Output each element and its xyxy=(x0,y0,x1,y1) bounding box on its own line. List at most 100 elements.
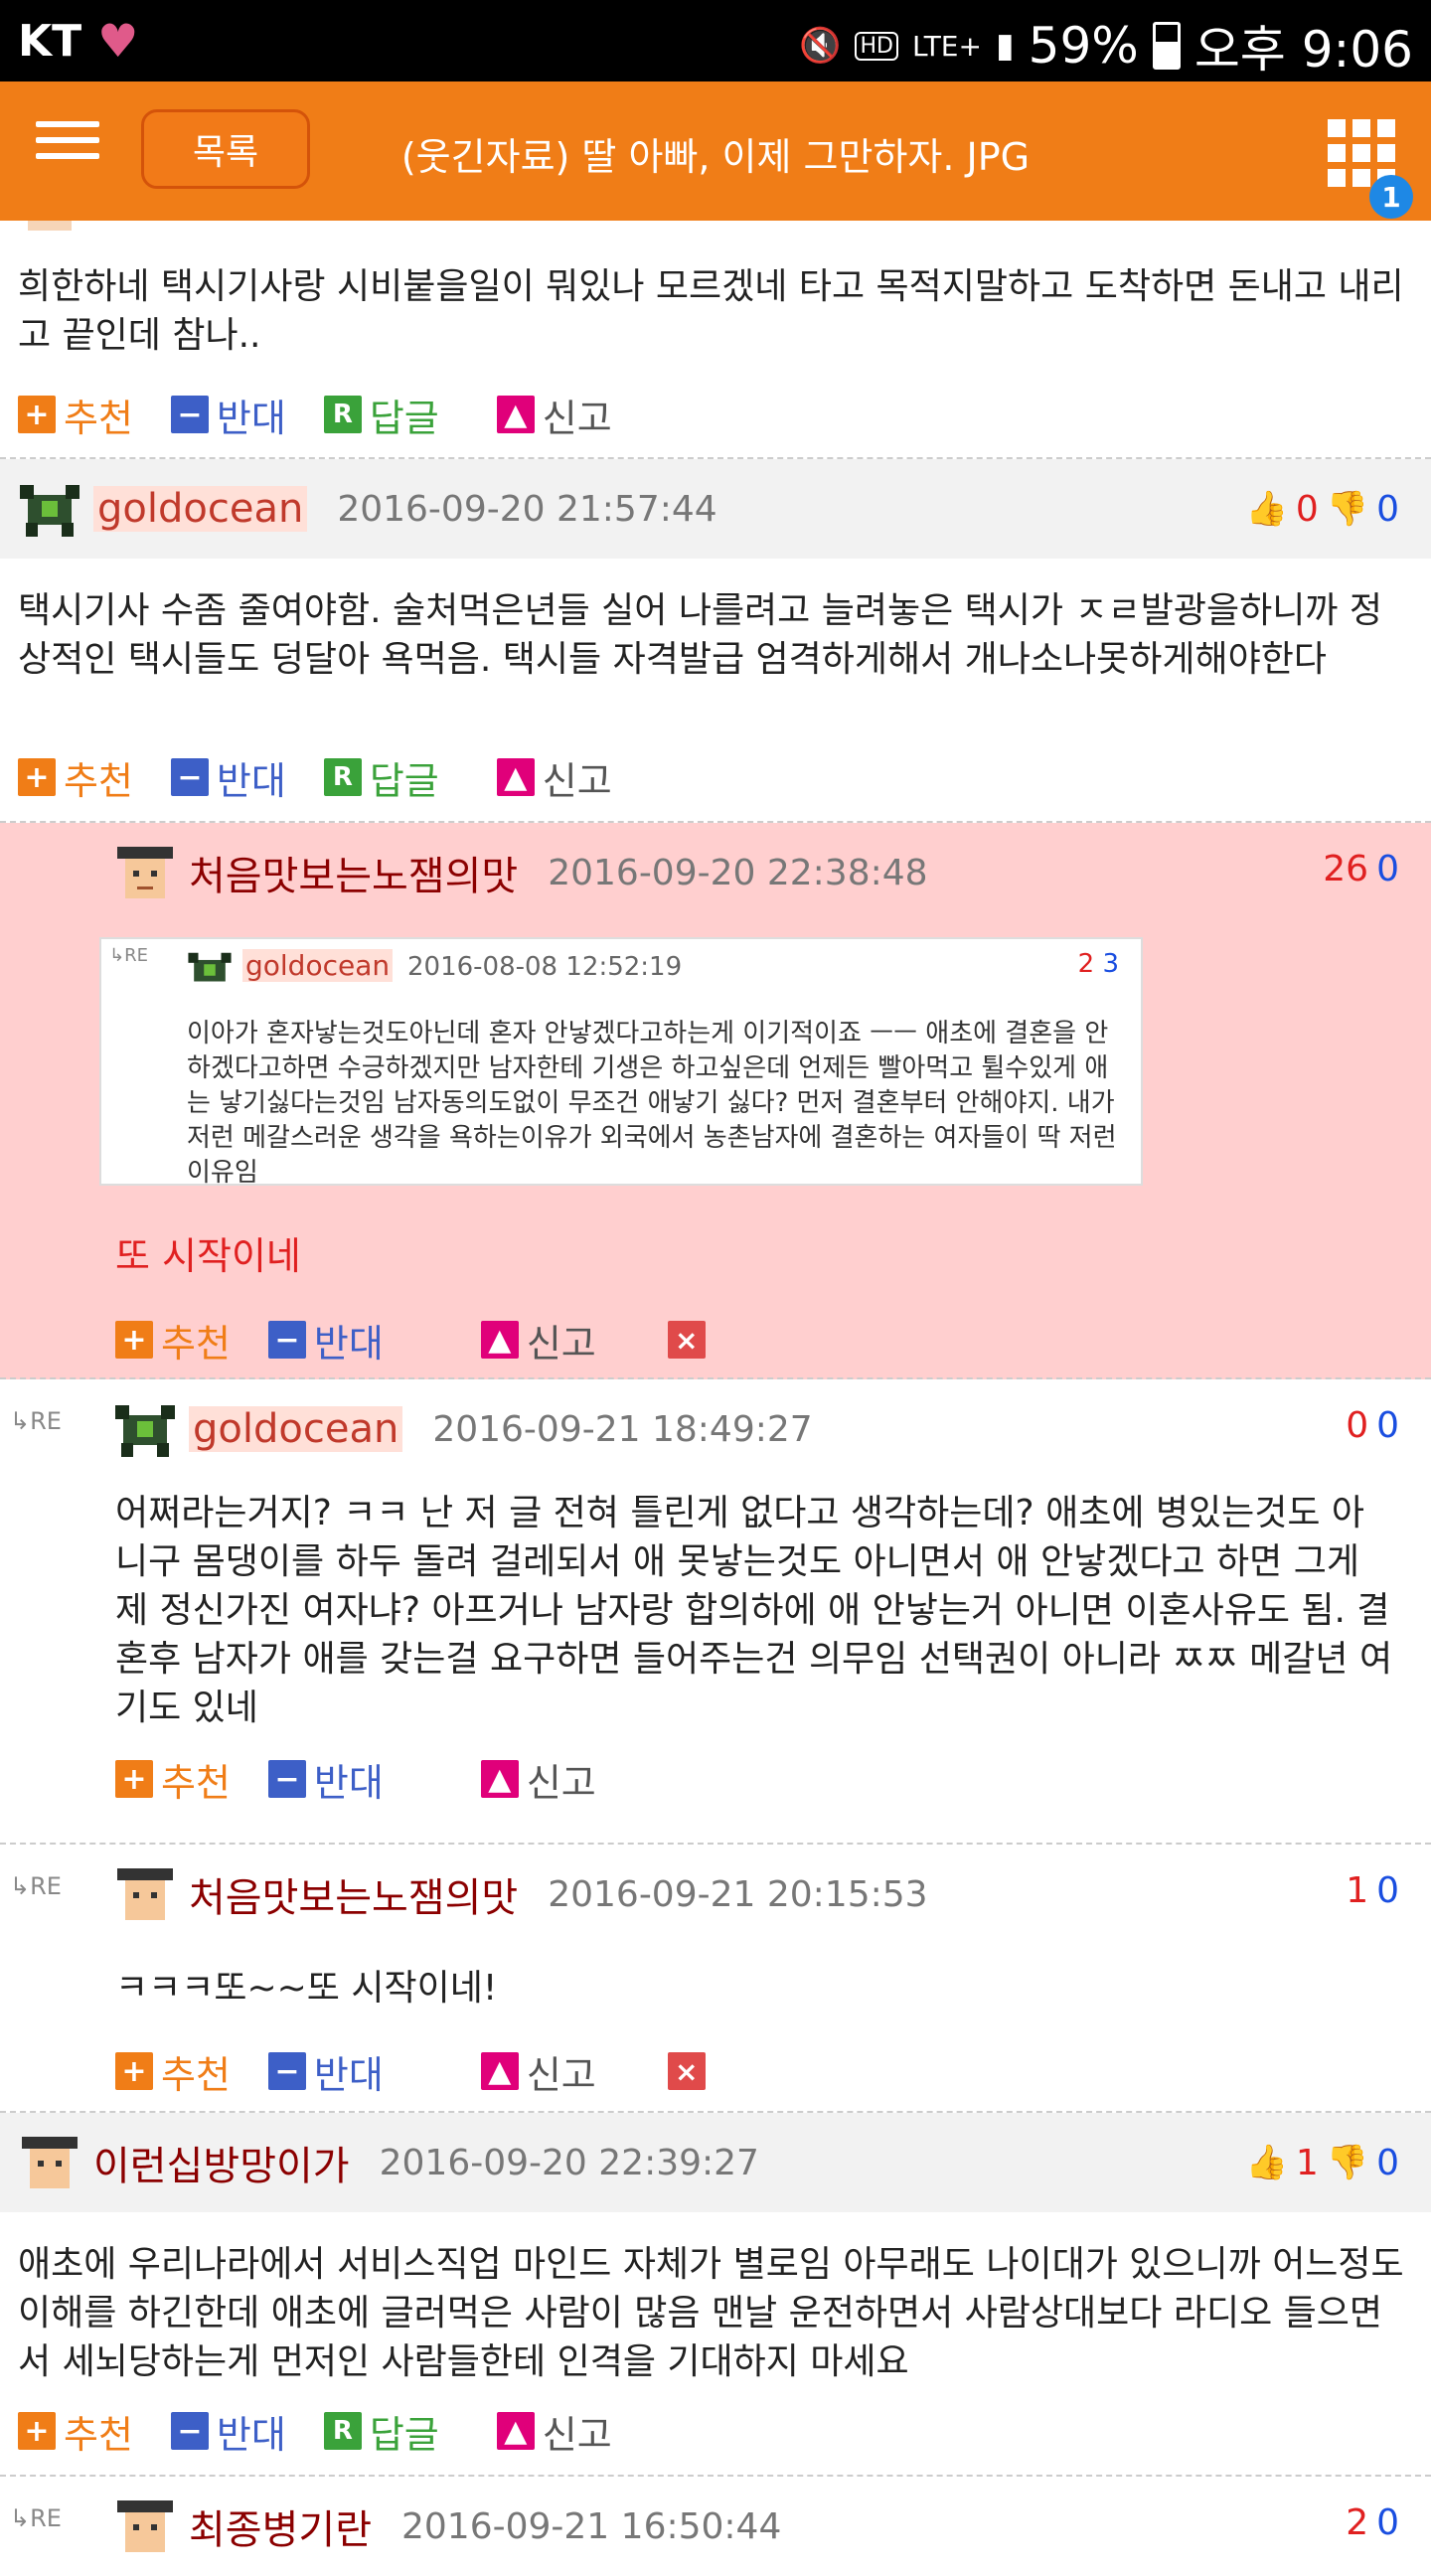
avatar xyxy=(117,847,173,898)
report-button[interactable]: ▲ 신고 xyxy=(480,1752,596,1807)
siren-icon: ▲ xyxy=(496,2412,535,2450)
downvote-count: 0 xyxy=(1376,488,1399,530)
comment-body: 어쩌라는거지? ㅋㅋ 난 저 글 전혀 틀린게 없다고 생각하는데? 애초에 병… xyxy=(115,1493,1393,1728)
reply-arrow-icon: ↳RE xyxy=(109,945,148,966)
downvote-count: 0 xyxy=(1376,1870,1399,1911)
siren-icon: ▲ xyxy=(480,1321,519,1359)
menu-icon[interactable] xyxy=(36,121,99,171)
username[interactable]: 처음맛보는노잼의맛 xyxy=(189,1865,518,1923)
close-icon: × xyxy=(667,1321,706,1359)
comment-list: 희한하네 택시기사랑 시비붙을일이 뭐있나 모르겠네 타고 목적지말하고 도착하… xyxy=(0,221,1431,2566)
thumbs-up-icon: 👍 xyxy=(1245,2143,1288,2182)
reply-button[interactable]: R 답글 xyxy=(323,388,439,442)
comment-date: 2016-09-21 18:49:27 xyxy=(432,1408,813,1450)
recommend-button[interactable]: + 추천 xyxy=(18,388,133,442)
username[interactable]: 최종병기란 xyxy=(189,2497,372,2555)
quoted-upvote-count: 2 xyxy=(1077,949,1095,979)
reply-arrow-icon: ↳RE xyxy=(10,1407,62,1435)
quoted-username[interactable]: goldocean xyxy=(242,949,394,982)
siren-icon: ▲ xyxy=(480,2052,519,2090)
reply-comment: 처음맛보는노잼의맛 2016-09-20 22:38:48 26 0 ↳RE g… xyxy=(0,823,1431,1379)
upvote-count: 0 xyxy=(1295,488,1319,530)
avatar xyxy=(22,2137,78,2188)
upvote-count: 2 xyxy=(1346,2502,1369,2543)
avatar xyxy=(28,221,72,231)
oppose-button[interactable]: − 반대 xyxy=(267,2044,384,2099)
clock: 오후 9:06 xyxy=(1193,21,1413,79)
report-button[interactable]: ▲ 신고 xyxy=(480,2044,596,2099)
comment-date: 2016-09-21 20:15:53 xyxy=(548,1873,928,1915)
avatar xyxy=(115,1405,175,1457)
minus-icon: − xyxy=(267,1760,306,1798)
top-app-bar: 목록 (웃긴자료) 딸 아빠, 이제 그만하자. JPG 1 xyxy=(0,81,1431,221)
username[interactable]: 이런십방망이가 xyxy=(93,2134,350,2191)
delete-button[interactable]: × xyxy=(667,2052,714,2090)
upvote-count: 1 xyxy=(1295,2142,1319,2183)
oppose-button[interactable]: − 반대 xyxy=(267,1752,384,1807)
minus-icon: − xyxy=(267,1321,306,1359)
reply-icon: R xyxy=(323,396,362,433)
username[interactable]: 처음맛보는노잼의맛 xyxy=(189,844,518,901)
avatar xyxy=(188,952,232,982)
downvote-count: 0 xyxy=(1376,1405,1399,1446)
downvote-count: 0 xyxy=(1376,2502,1399,2543)
oppose-button[interactable]: − 반대 xyxy=(170,2404,286,2459)
report-button[interactable]: ▲ 신고 xyxy=(496,388,612,442)
mute-icon: 🔇 xyxy=(799,26,842,66)
heart-icon: ♥ xyxy=(97,14,139,68)
reply-comment: ↳RE 최종병기란 2016-09-21 16:50:44 2 0 xyxy=(0,2477,1431,2566)
username[interactable]: goldocean xyxy=(189,1406,403,1452)
plus-icon: + xyxy=(115,2052,153,2090)
reply-button[interactable]: R 답글 xyxy=(323,750,439,805)
list-button[interactable]: 목록 xyxy=(141,109,310,189)
comment-item: 이런십방망이가 2016-09-20 22:39:27 👍 1 👎 0 애초에 … xyxy=(0,2113,1431,2477)
minus-icon: − xyxy=(170,2412,209,2450)
reply-button[interactable]: R 답글 xyxy=(323,2404,439,2459)
battery-icon xyxy=(1152,22,1181,70)
comment-date: 2016-09-21 16:50:44 xyxy=(401,2505,782,2547)
recommend-button[interactable]: + 추천 xyxy=(115,1313,231,1368)
oppose-button[interactable]: − 반대 xyxy=(170,750,286,805)
plus-icon: + xyxy=(18,758,56,796)
downvote-count: 0 xyxy=(1376,2142,1399,2183)
minus-icon: − xyxy=(267,2052,306,2090)
avatar xyxy=(20,485,80,537)
upvote-count: 0 xyxy=(1346,1405,1369,1446)
report-button[interactable]: ▲ 신고 xyxy=(480,1313,596,1368)
comment-date: 2016-09-20 22:39:27 xyxy=(379,2142,759,2183)
username[interactable]: goldocean xyxy=(93,486,308,532)
quoted-date: 2016-08-08 12:52:19 xyxy=(407,952,683,982)
thumbs-down-icon: 👎 xyxy=(1326,489,1369,529)
battery-percent: 59% xyxy=(1028,17,1139,75)
delete-button[interactable]: × xyxy=(667,1321,714,1359)
avatar xyxy=(117,1868,173,1920)
recommend-button[interactable]: + 추천 xyxy=(18,750,133,805)
comment-date: 2016-09-20 22:38:48 xyxy=(548,852,928,893)
siren-icon: ▲ xyxy=(496,758,535,796)
downvote-count: 0 xyxy=(1376,849,1399,889)
comment-body: 택시기사 수좀 줄여야함. 술처먹은년들 실어 나를려고 늘려놓은 택시가 ㅈㄹ… xyxy=(18,590,1382,680)
page-title: (웃긴자료) 딸 아빠, 이제 그만하자. JPG xyxy=(400,135,1031,179)
comment-item: goldocean 2016-09-20 21:57:44 👍 0 👎 0 택시… xyxy=(0,459,1431,823)
recommend-button[interactable]: + 추천 xyxy=(115,2044,231,2099)
recommend-button[interactable]: + 추천 xyxy=(115,1752,231,1807)
close-icon: × xyxy=(667,2052,706,2090)
recommend-button[interactable]: + 추천 xyxy=(18,2404,133,2459)
reply-comment: ↳RE 처음맛보는노잼의맛 2016-09-21 20:15:53 1 0 ㅋㅋ… xyxy=(0,1845,1431,2113)
signal-icon: ▮ xyxy=(995,26,1015,66)
thumbs-down-icon: 👎 xyxy=(1326,2143,1369,2182)
upvote-count: 26 xyxy=(1323,849,1369,889)
carrier-label: KT xyxy=(18,15,82,67)
report-button[interactable]: ▲ 신고 xyxy=(496,750,612,805)
reply-icon: R xyxy=(323,2412,362,2450)
reply-arrow-icon: ↳RE xyxy=(10,1872,62,1900)
comment-body: 희한하네 택시기사랑 시비붙을일이 뭐있나 모르겠네 타고 목적지말하고 도착하… xyxy=(18,266,1404,356)
comment-date: 2016-09-20 21:57:44 xyxy=(337,488,717,530)
oppose-button[interactable]: − 반대 xyxy=(267,1313,384,1368)
oppose-button[interactable]: − 반대 xyxy=(170,388,286,442)
hd-icon: HD xyxy=(855,31,898,61)
quoted-body: 이아가 혼자낳는것도아닌데 혼자 안낳겠다고하는게 이기적이죠 ㅡㅡ 애초에 결… xyxy=(187,1019,1117,1188)
thumbs-up-icon: 👍 xyxy=(1245,489,1288,529)
report-button[interactable]: ▲ 신고 xyxy=(496,2404,612,2459)
reply-icon: R xyxy=(323,758,362,796)
